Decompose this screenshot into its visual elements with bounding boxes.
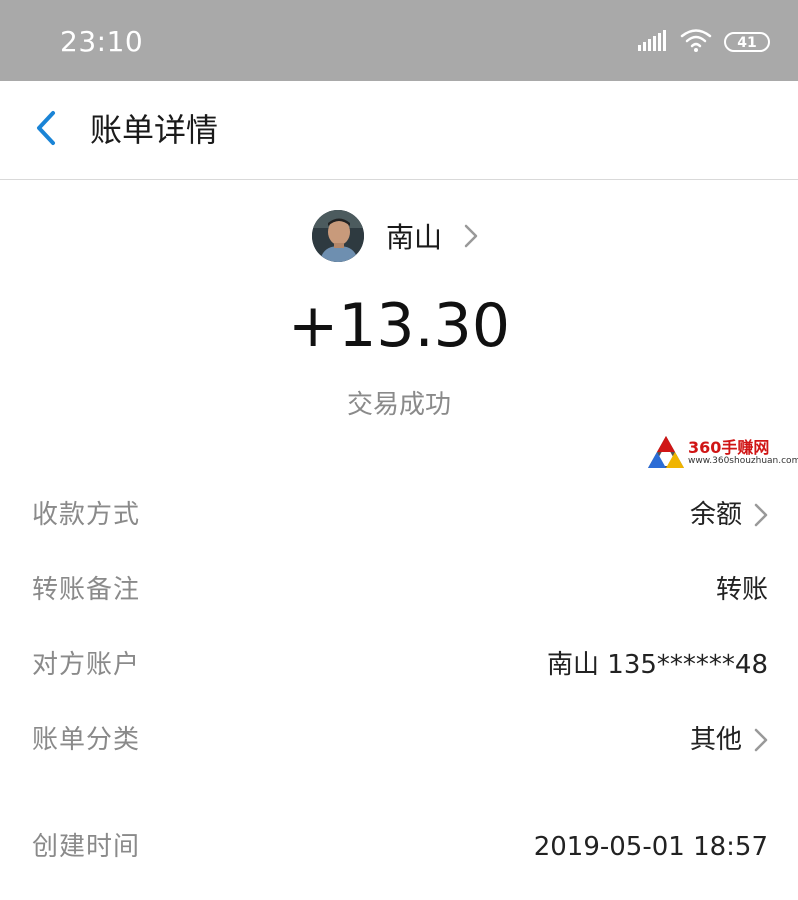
detail-label: 创建时间 bbox=[32, 832, 141, 862]
detail-row-bill-category[interactable]: 账单分类 其他 bbox=[0, 715, 798, 765]
detail-value-text: 2019-05-01 18:57 bbox=[533, 832, 768, 862]
detail-row-payment-method[interactable]: 收款方式 余额 bbox=[0, 490, 798, 540]
signal-icon bbox=[638, 29, 668, 55]
chevron-right-icon bbox=[754, 503, 768, 527]
battery-level: 41 bbox=[737, 34, 757, 51]
detail-value: 2019-05-01 18:57 bbox=[534, 827, 768, 867]
detail-label: 对方账户 bbox=[32, 650, 141, 680]
watermark-url: www.360shouzhuan.com bbox=[688, 456, 798, 466]
detail-label: 收款方式 bbox=[32, 500, 141, 530]
bill-detail-content: 南山 +13.30 交易成功 360手赚网 www.360shouzhuan.c… bbox=[0, 180, 798, 900]
transaction-amount: +13.30 bbox=[287, 291, 511, 361]
detail-label: 转账备注 bbox=[32, 575, 141, 605]
detail-row-counterparty-account: 对方账户 南山 135******48 bbox=[0, 640, 798, 690]
status-bar: 23:10 41 bbox=[0, 0, 798, 81]
detail-row-transfer-note: 转账备注 转账 bbox=[0, 565, 798, 615]
chevron-right-icon bbox=[464, 224, 478, 248]
detail-value: 南山 135******48 bbox=[547, 645, 768, 685]
watermark-text: 360手赚网 bbox=[688, 438, 770, 457]
chevron-right-icon bbox=[754, 728, 768, 752]
detail-value: 其他 bbox=[690, 720, 768, 760]
chevron-left-icon bbox=[34, 110, 58, 150]
transaction-status: 交易成功 bbox=[346, 390, 451, 420]
watermark-logo: 360手赚网 www.360shouzhuan.com bbox=[646, 432, 798, 472]
payee-name: 南山 bbox=[386, 221, 443, 254]
detail-value-text: 余额 bbox=[689, 500, 742, 530]
page-title: 账单详情 bbox=[90, 111, 219, 149]
detail-value-text: 转账 bbox=[715, 575, 768, 605]
detail-label: 账单分类 bbox=[32, 725, 141, 755]
wifi-icon bbox=[680, 28, 712, 56]
status-time: 23:10 bbox=[60, 25, 144, 58]
detail-value: 余额 bbox=[690, 495, 768, 535]
nav-bar: 账单详情 bbox=[0, 81, 798, 180]
status-icons: 41 bbox=[638, 26, 770, 58]
battery-icon: 41 bbox=[724, 32, 770, 52]
back-button[interactable] bbox=[24, 105, 68, 155]
detail-row-created-time: 创建时间 2019-05-01 18:57 bbox=[0, 822, 798, 872]
detail-value: 转账 bbox=[716, 570, 768, 610]
detail-value-text: 南山 135******48 bbox=[547, 650, 768, 680]
detail-value-text: 其他 bbox=[689, 725, 742, 755]
avatar bbox=[312, 210, 364, 262]
payee-link[interactable]: 南山 bbox=[312, 208, 478, 264]
